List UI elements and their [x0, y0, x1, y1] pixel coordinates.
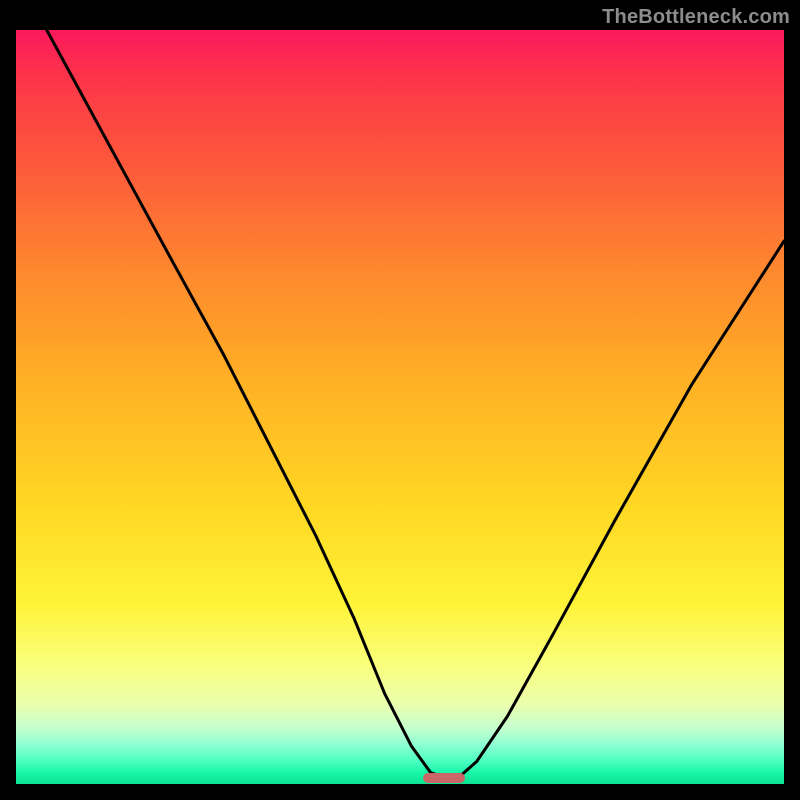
plot-area [16, 30, 784, 784]
bottleneck-curve [47, 30, 784, 778]
chart-stage: TheBottleneck.com [0, 0, 800, 800]
optimal-marker [423, 773, 465, 783]
watermark-text: TheBottleneck.com [602, 6, 790, 29]
curve-svg [16, 30, 784, 784]
